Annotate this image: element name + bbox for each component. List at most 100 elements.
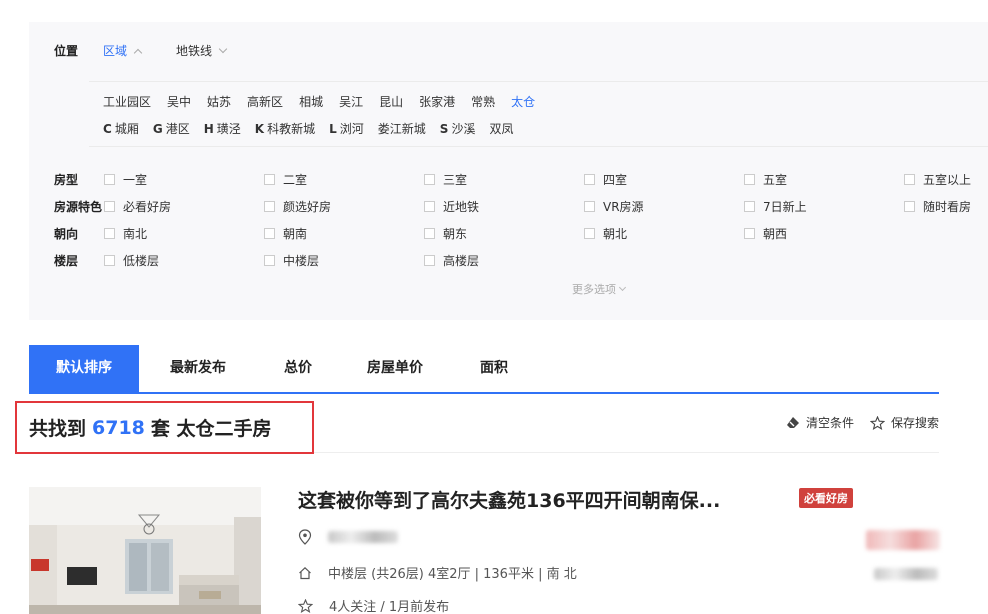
subdistrict-item[interactable]: C 城厢 [103,120,139,137]
checkbox[interactable] [424,174,435,185]
sort-tab[interactable]: 面积 [451,345,537,392]
subdistrict-item[interactable]: K 科教新城 [255,120,315,137]
district-item[interactable]: 吴中 [167,93,191,110]
filter-option[interactable]: 五室 [744,171,787,188]
checkbox[interactable] [424,201,435,212]
sort-tab[interactable]: 房屋单价 [339,345,451,392]
filter-option[interactable]: 四室 [584,171,627,188]
filter-option-label: 四室 [603,173,628,187]
star-icon [298,598,313,613]
sort-tab[interactable]: 总价 [257,345,339,392]
filter-option[interactable]: 三室 [424,171,467,188]
subdistrict-name: 双凤 [489,122,514,136]
filter-option[interactable]: 颜选好房 [264,198,331,215]
filter-option[interactable]: 朝东 [424,225,467,242]
filter-option[interactable]: 一室 [104,171,147,188]
filter-row: 房源特色 必看好房 颜选好房 近地铁 VR房源 7日新上 随时看房 [54,198,984,214]
filter-row: 朝向 南北 朝南 朝东 朝北 朝西 [54,225,984,241]
filter-row-label: 朝向 [54,227,79,241]
chevron-down-icon [618,283,627,292]
tab-subway[interactable]: 地铁线 [176,42,228,59]
checkbox[interactable] [104,228,115,239]
filter-option-label: 中楼层 [283,254,320,268]
district-list: 工业园区 吴中 姑苏 高新区 相城 吴江 昆山 张家港 常熟 太仓 [103,93,551,110]
checkbox[interactable] [424,228,435,239]
filter-option[interactable]: 南北 [104,225,147,242]
filter-row-label: 楼层 [54,254,79,268]
subdistrict-letter: L [329,122,337,136]
district-item[interactable]: 工业园区 [103,93,151,110]
district-item[interactable]: 姑苏 [207,93,231,110]
subdistrict-item[interactable]: 双凤 [489,120,513,137]
district-item[interactable]: 张家港 [419,93,455,110]
checkbox[interactable] [744,201,755,212]
subdistrict-item[interactable]: H 璜泾 [204,120,241,137]
filter-option-label: 朝西 [763,227,788,241]
district-item[interactable]: 太仓 [511,93,535,110]
filter-option[interactable]: 7日新上 [744,198,807,215]
house-info: 中楼层 (共26层) 4室2厅 | 136平米 | 南 北 [328,567,577,582]
sort-tab[interactable]: 最新发布 [139,345,257,392]
filter-option-label: 一室 [123,173,148,187]
checkbox[interactable] [264,174,275,185]
filter-option-label: 随时看房 [923,200,972,214]
chevron-up-icon [133,48,143,57]
subdistrict-item[interactable]: 娄江新城 [378,120,426,137]
filter-option[interactable]: 二室 [264,171,307,188]
star-icon [869,415,885,430]
subdistrict-item[interactable]: G 港区 [153,120,190,137]
more-options-button[interactable]: 更多选项 [572,281,627,297]
checkbox[interactable] [264,228,275,239]
filter-option[interactable]: 朝西 [744,225,787,242]
checkbox[interactable] [264,201,275,212]
filter-option[interactable]: 低楼层 [104,252,159,269]
filter-row: 房型 一室 二室 三室 四室 五室 五室以上 [54,171,984,187]
filter-option-label: 颜选好房 [283,200,332,214]
subdistrict-letter: C [103,122,112,136]
filter-option[interactable]: 高楼层 [424,252,479,269]
listing-title[interactable]: 这套被你等到了高尔夫鑫苑136平四开间朝南保... [298,486,720,513]
checkbox[interactable] [584,174,595,185]
clear-filters-button[interactable]: 清空条件 [786,414,854,431]
checkbox[interactable] [904,174,915,185]
filter-option[interactable]: 朝北 [584,225,627,242]
checkbox[interactable] [744,228,755,239]
checkbox[interactable] [744,174,755,185]
district-item[interactable]: 昆山 [379,93,403,110]
checkbox[interactable] [424,255,435,266]
sort-tab[interactable]: 默认排序 [29,345,139,392]
checkbox[interactable] [904,201,915,212]
filter-option[interactable]: 近地铁 [424,198,479,215]
tab-district[interactable]: 区域 [103,42,143,59]
divider [89,81,988,82]
follow-info: 4人关注 / 1月前发布 [329,600,450,614]
district-item[interactable]: 高新区 [247,93,283,110]
checkbox[interactable] [264,255,275,266]
subdistrict-name: 科教新城 [267,122,316,136]
filter-option[interactable]: 朝南 [264,225,307,242]
filter-option[interactable]: 五室以上 [904,171,971,188]
district-item[interactable]: 相城 [299,93,323,110]
filter-option[interactable]: 中楼层 [264,252,319,269]
district-item[interactable]: 常熟 [471,93,495,110]
checkbox[interactable] [104,174,115,185]
listing-house-row: 中楼层 (共26层) 4室2厅 | 136平米 | 南 北 [298,563,577,582]
checkbox[interactable] [584,201,595,212]
subdistrict-item[interactable]: S 沙溪 [440,120,476,137]
district-item[interactable]: 吴江 [339,93,363,110]
listing-photo[interactable] [29,487,261,614]
checkbox[interactable] [104,201,115,212]
subdistrict-item[interactable]: L 浏河 [329,120,364,137]
filter-option[interactable]: 随时看房 [904,198,971,215]
result-suffix: 套 太仓二手房 [150,418,272,440]
filter-option-label: 朝东 [443,227,468,241]
filter-row-label: 房源特色 [54,200,103,214]
more-options-label: 更多选项 [572,283,616,296]
save-search-button[interactable]: 保存搜索 [869,414,939,431]
clear-filters-label: 清空条件 [805,416,854,430]
filter-option[interactable]: VR房源 [584,198,644,215]
checkbox[interactable] [584,228,595,239]
listing-location-row [298,529,398,545]
checkbox[interactable] [104,255,115,266]
filter-option[interactable]: 必看好房 [104,198,171,215]
